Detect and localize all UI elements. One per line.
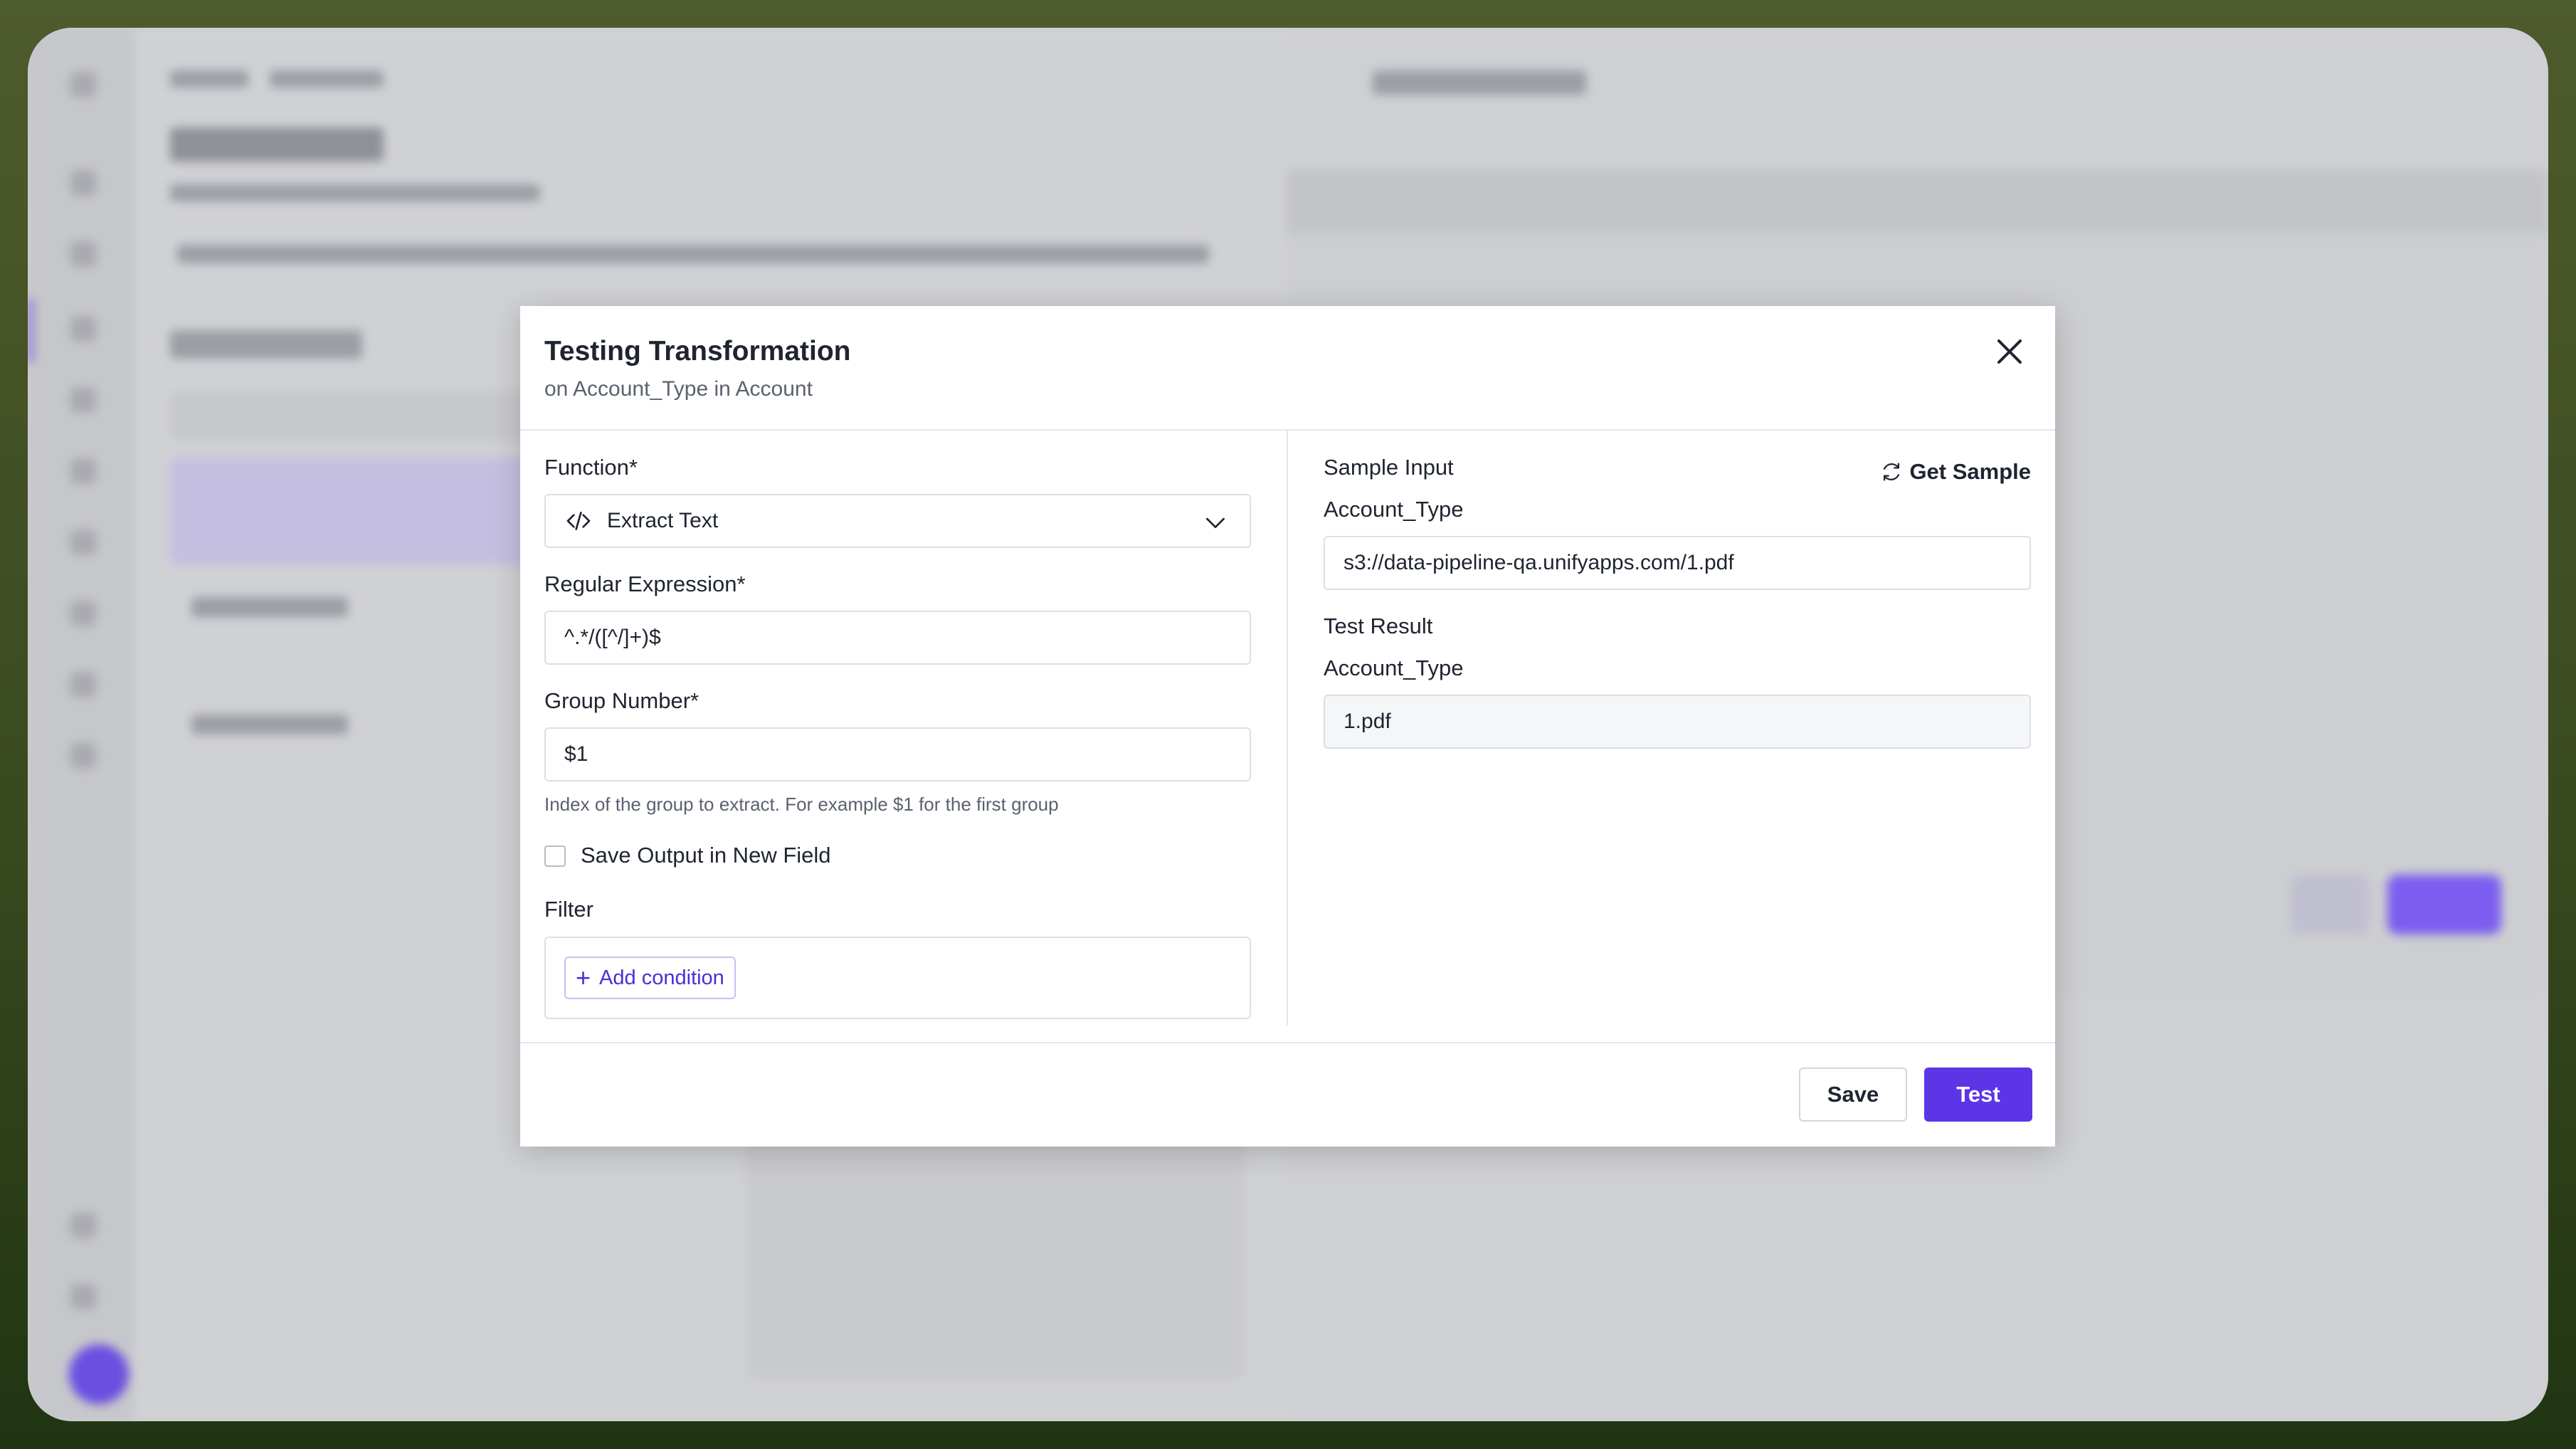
transformation-config-panel: Function* Extract Text Regular Expressio… [520,431,1288,1026]
code-icon [566,512,591,530]
bg-nav-icon [70,241,96,267]
bg-meta [170,184,540,201]
test-result-label: Test Result [1324,613,1433,638]
bg-sidebar [28,28,134,1421]
bg-page-title [170,127,384,162]
bg-section-title [170,330,362,359]
bg-breadcrumb [170,70,248,88]
chevron-down-icon [1206,517,1225,528]
function-select[interactable]: Extract Text [544,494,1251,548]
bg-nav-icon [70,458,96,484]
add-condition-button[interactable]: + Add condition [564,957,736,999]
test-button[interactable]: Test [1924,1068,2032,1122]
testing-transformation-modal: Testing Transformation on Account_Type i… [520,306,2055,1147]
result-field-label: Account_Type [1324,655,1464,680]
bg-nav-icon [70,387,96,413]
save-button[interactable]: Save [1799,1068,1907,1122]
close-icon [1997,339,2022,364]
bg-nav-icon [70,743,96,769]
bg-nav-icon [70,672,96,697]
refresh-icon [1884,463,1900,481]
test-panel: Sample Input Get Sample Account_Type s3:… [1288,431,2055,1026]
save-output-label: Save Output in New Field [581,843,831,868]
modal-header: Testing Transformation on Account_Type i… [520,306,2055,431]
add-condition-label: Add condition [599,966,724,989]
bg-button-primary [2387,875,2501,934]
bg-nav-icon [70,1284,96,1310]
regex-label: Regular Expression* [544,571,746,596]
filter-label: Filter [544,897,593,922]
save-output-checkbox[interactable] [544,845,566,867]
bg-nav-icon [70,601,96,626]
get-sample-button[interactable]: Get Sample [1879,459,2031,485]
modal-title: Testing Transformation [544,336,851,367]
close-button[interactable] [1988,330,2031,373]
sample-input-field[interactable]: s3://data-pipeline-qa.unifyapps.com/1.pd… [1324,536,2031,590]
bg-breadcrumb [270,70,384,88]
bg-nav-icon [70,170,96,196]
bg-active-indicator [28,298,33,362]
plus-icon: + [576,963,591,992]
bg-nav-icon [70,1213,96,1238]
filter-conditions-box: + Add condition [544,937,1251,1019]
function-select-value: Extract Text [607,509,719,532]
sample-field-label: Account_Type [1324,497,1464,522]
test-result-field: 1.pdf [1324,695,2031,749]
bg-button [2291,875,2369,934]
bg-nav-icon [70,316,96,342]
function-label: Function* [544,455,638,480]
regex-input[interactable]: ^.*/([^/]+)$ [544,611,1251,665]
sample-input-label: Sample Input [1324,455,1454,480]
group-number-helper: Index of the group to extract. For examp… [544,794,1059,815]
get-sample-label: Get Sample [1909,459,2031,484]
modal-subtitle: on Account_Type in Account [544,377,813,401]
bg-panel-title [1373,70,1586,95]
bg-tabs [177,245,1209,263]
group-number-input[interactable]: $1 [544,727,1251,781]
group-number-label: Group Number* [544,688,700,713]
bg-logo-icon [70,72,96,98]
modal-footer: Save Test [520,1042,2055,1148]
bg-nav-icon [70,529,96,555]
bg-list-item [191,597,348,617]
bg-avatar [69,1344,129,1404]
bg-list-item [191,715,348,734]
